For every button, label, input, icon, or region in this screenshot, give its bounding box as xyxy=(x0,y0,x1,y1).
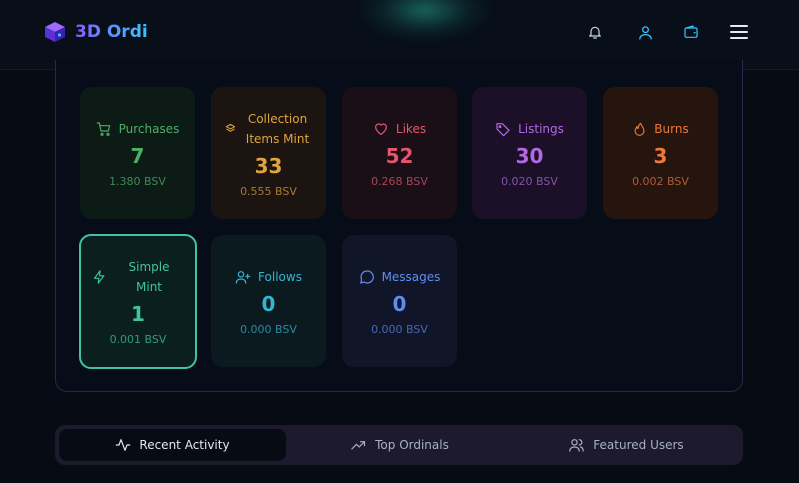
stat-card-messages[interactable]: Messages 0 0.000 BSV xyxy=(342,235,457,367)
tab-label: Top Ordinals xyxy=(375,438,449,452)
stat-label: Purchases xyxy=(118,121,180,136)
stat-count: 7 xyxy=(130,143,145,168)
cube-logo-icon xyxy=(45,22,65,42)
flame-icon xyxy=(632,121,647,137)
menu-icon xyxy=(730,25,748,39)
brand-name: 3D Ordi xyxy=(75,22,148,42)
stat-card-collection-items-mint[interactable]: Collection Items Mint 33 0.555 BSV xyxy=(211,87,326,219)
trending-up-icon xyxy=(350,437,367,453)
activity-icon xyxy=(115,437,131,453)
stat-bsv: 0.555 BSV xyxy=(240,184,297,198)
stat-label: Likes xyxy=(395,121,427,136)
stat-count: 30 xyxy=(515,143,544,168)
profile-button[interactable] xyxy=(635,22,655,42)
heart-icon xyxy=(373,121,389,137)
message-icon xyxy=(359,269,375,285)
stat-label: Follows xyxy=(258,269,302,284)
bell-icon xyxy=(589,26,601,39)
stat-label: Listings xyxy=(518,121,564,136)
tab-recent-activity[interactable]: Recent Activity xyxy=(59,429,286,461)
stat-label: Collection Items Mint xyxy=(245,111,310,146)
stat-card-listings[interactable]: Listings 30 0.020 BSV xyxy=(472,87,587,219)
stat-card-simple-mint[interactable]: Simple Mint 1 0.001 BSV xyxy=(79,234,197,369)
activity-tabs: Recent Activity Top Ordinals Featured Us… xyxy=(55,425,743,465)
stat-count: 33 xyxy=(254,153,283,178)
tab-top-ordinals[interactable]: Top Ordinals xyxy=(286,429,513,461)
stat-label: Burns xyxy=(654,121,689,136)
tab-featured-users[interactable]: Featured Users xyxy=(513,429,739,461)
stat-bsv: 0.002 BSV xyxy=(632,174,689,188)
stat-bsv: 0.001 BSV xyxy=(109,333,167,346)
stat-card-follows[interactable]: Follows 0 0.000 BSV xyxy=(211,235,326,367)
tag-icon xyxy=(495,121,511,137)
stat-card-likes[interactable]: Likes 52 0.268 BSV xyxy=(342,87,457,219)
stat-label: Simple Mint xyxy=(128,260,170,294)
stat-count: 0 xyxy=(392,291,407,316)
menu-button[interactable] xyxy=(729,22,749,42)
user-icon xyxy=(638,25,652,40)
brand-logo[interactable]: 3D Ordi xyxy=(43,20,148,44)
user-plus-icon xyxy=(235,269,251,285)
stat-bsv: 0.268 BSV xyxy=(371,174,428,188)
header-glow xyxy=(360,0,490,40)
stat-card-burns[interactable]: Burns 3 0.002 BSV xyxy=(603,87,718,219)
stat-bsv: 0.000 BSV xyxy=(240,322,297,336)
tab-label: Recent Activity xyxy=(139,438,230,452)
lightning-icon xyxy=(92,269,107,285)
stats-panel: Purchases 7 1.380 BSV Collection Items M… xyxy=(55,60,743,392)
stat-bsv: 0.020 BSV xyxy=(501,174,558,188)
users-icon xyxy=(568,437,585,453)
stat-count: 1 xyxy=(131,302,145,326)
shopping-cart-icon xyxy=(96,121,112,137)
wallet-icon xyxy=(684,25,698,38)
stat-count: 3 xyxy=(653,143,668,168)
notifications-button[interactable] xyxy=(585,22,605,42)
stat-card-purchases[interactable]: Purchases 7 1.380 BSV xyxy=(80,87,195,219)
stat-count: 0 xyxy=(261,291,276,316)
stat-label: Messages xyxy=(381,269,441,284)
layers-icon xyxy=(225,123,236,134)
stat-bsv: 1.380 BSV xyxy=(109,174,166,188)
stat-bsv: 0.000 BSV xyxy=(371,322,428,336)
wallet-button[interactable] xyxy=(681,22,701,42)
tab-label: Featured Users xyxy=(593,438,684,452)
stat-count: 52 xyxy=(385,143,414,168)
